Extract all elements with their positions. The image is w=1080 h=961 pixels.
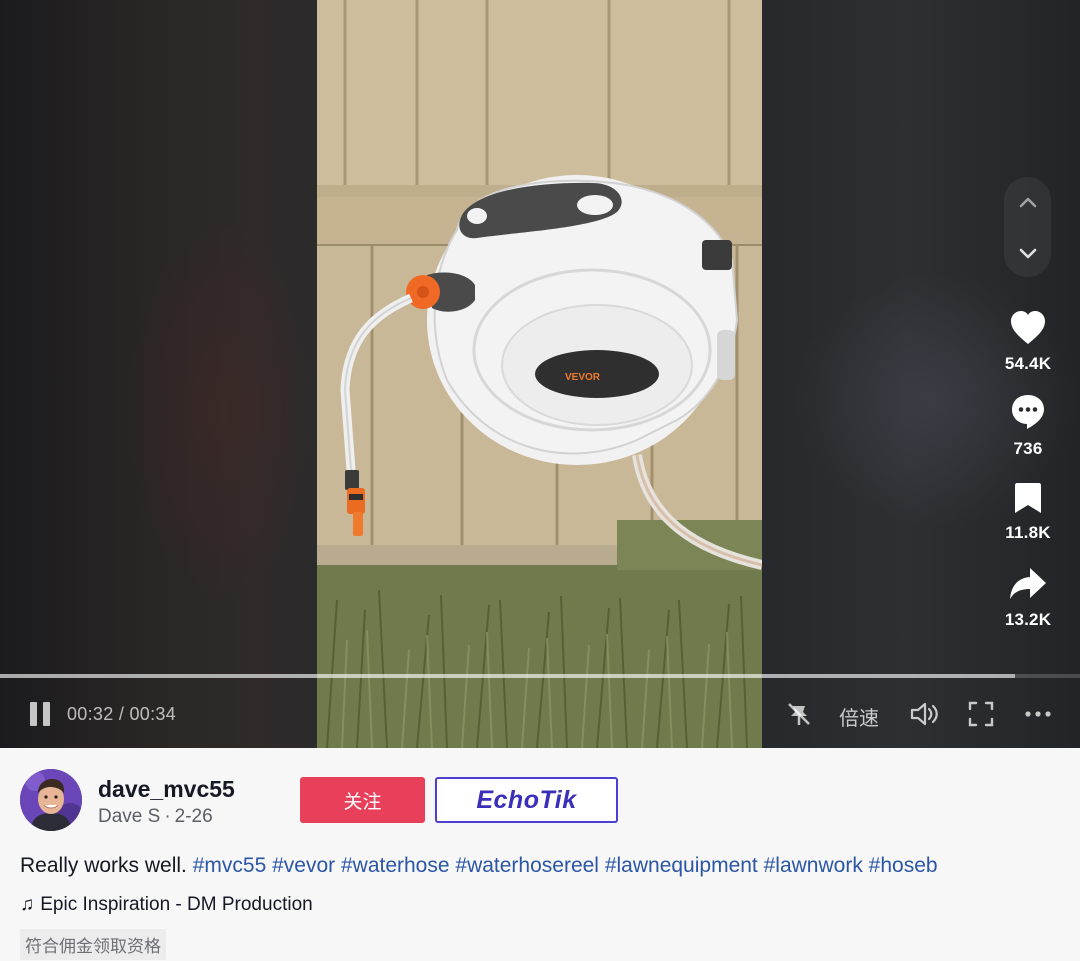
pause-icon-bar xyxy=(30,702,37,726)
comment-button[interactable]: 736 xyxy=(990,393,1066,459)
like-button[interactable]: 54.4K xyxy=(990,310,1066,374)
author-subline: Dave S · 2-26 xyxy=(98,806,213,828)
save-button[interactable]: 11.8K xyxy=(990,481,1066,543)
current-time: 00:32 xyxy=(67,704,114,724)
video-player[interactable]: VEVOR 00:32 / 00:34 倍速 54.4K 736 11.8K 1… xyxy=(0,0,1080,748)
video-frame[interactable]: VEVOR xyxy=(317,0,762,748)
fullscreen-button[interactable] xyxy=(965,698,997,730)
pause-button[interactable] xyxy=(28,700,54,728)
next-video-button[interactable] xyxy=(1004,229,1051,277)
like-count: 54.4K xyxy=(1004,354,1052,373)
time-separator: / xyxy=(113,704,130,724)
pin-icon xyxy=(788,703,810,725)
share-arrow-icon xyxy=(1010,568,1046,599)
volume-icon xyxy=(910,702,938,726)
hashtag[interactable]: #vevor xyxy=(272,854,335,877)
pin-button[interactable] xyxy=(783,698,815,730)
progress-fill xyxy=(0,674,1016,678)
avatar-image xyxy=(20,769,82,831)
more-options-button[interactable] xyxy=(1022,698,1054,730)
hashtag[interactable]: #lawnwork xyxy=(764,854,863,877)
volume-button[interactable] xyxy=(908,698,940,730)
chevron-up-icon xyxy=(1019,197,1036,208)
total-time: 00:34 xyxy=(129,704,176,724)
hashtag[interactable]: #waterhosereel xyxy=(455,854,599,877)
chevron-down-icon xyxy=(1019,248,1036,259)
hashtag[interactable]: #lawnequipment xyxy=(605,854,758,877)
hashtag[interactable]: #waterhose xyxy=(341,854,450,877)
subline-separator: · xyxy=(164,806,171,827)
echotik-button[interactable]: EchoTik xyxy=(435,777,618,823)
author-username[interactable]: dave_mvc55 xyxy=(98,776,235,803)
avatar[interactable] xyxy=(20,769,82,831)
video-frame-image: VEVOR xyxy=(317,0,762,748)
music-note-icon: ♫ xyxy=(20,894,35,915)
previous-video-button[interactable] xyxy=(1004,179,1051,227)
author-display-name: Dave S xyxy=(98,806,161,827)
fullscreen-icon xyxy=(968,701,994,727)
save-count: 11.8K xyxy=(1005,523,1051,542)
echotik-logo: EchoTik xyxy=(476,785,577,814)
blur-background-left xyxy=(120,220,320,600)
more-dots-icon xyxy=(1025,711,1051,717)
video-caption: Really works well. #mvc55 #vevor #waterh… xyxy=(20,854,938,878)
post-date: 2-26 xyxy=(174,806,213,827)
comment-count: 736 xyxy=(1013,439,1043,458)
comment-icon xyxy=(1012,395,1044,429)
video-navigation xyxy=(1004,177,1051,277)
share-count: 13.2K xyxy=(1004,610,1052,629)
progress-bar[interactable] xyxy=(0,674,1080,678)
music-info[interactable]: ♫ Epic Inspiration - DM Production xyxy=(20,894,313,916)
video-info-panel: dave_mvc55 Dave S · 2-26 关注 EchoTik Really… xyxy=(0,748,1080,961)
hashtag[interactable]: #hoseb xyxy=(869,854,938,877)
follow-button[interactable]: 关注 xyxy=(300,777,425,823)
playback-speed-button[interactable]: 倍速 xyxy=(839,702,879,731)
hashtag[interactable]: #mvc55 xyxy=(193,854,267,877)
commission-eligibility-badge: 符合佣金领取资格 xyxy=(20,929,166,960)
heart-icon xyxy=(1011,311,1045,344)
bookmark-icon xyxy=(1015,483,1041,513)
brand-logo-text: VEVOR xyxy=(565,372,601,383)
caption-text: Really works well. xyxy=(20,854,187,877)
share-button[interactable]: 13.2K xyxy=(990,566,1066,630)
music-title: Epic Inspiration - DM Production xyxy=(40,894,313,915)
playback-time: 00:32 / 00:34 xyxy=(67,704,176,725)
pause-icon-bar xyxy=(43,702,50,726)
